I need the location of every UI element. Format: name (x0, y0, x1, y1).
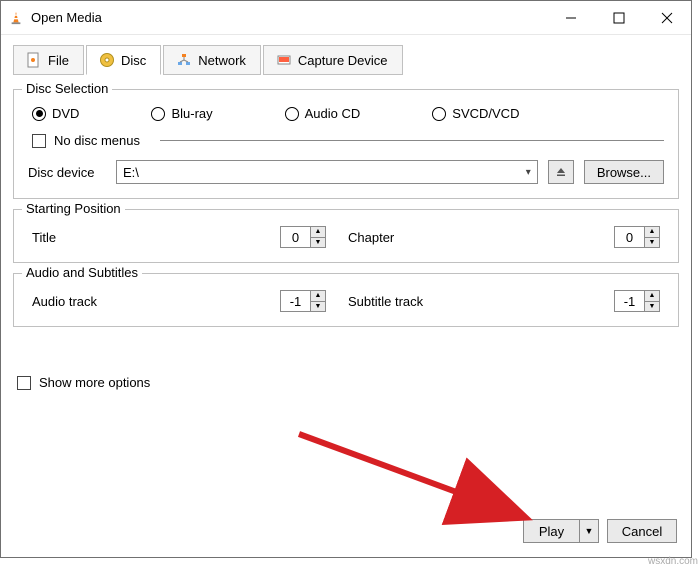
tab-file-label: File (48, 53, 69, 68)
tab-bar: File Disc Network (13, 45, 679, 75)
titlebar: Open Media (1, 1, 691, 35)
audio-spin-buttons: ▲ ▼ (310, 291, 325, 311)
window-controls (547, 1, 691, 35)
show-more-label: Show more options (39, 375, 150, 390)
title-col: Title 0 ▲ ▼ (32, 226, 348, 248)
title-label: Title (32, 230, 56, 245)
title-spin-up[interactable]: ▲ (311, 227, 325, 238)
title-spin-buttons: ▲ ▼ (310, 227, 325, 247)
tab-capture[interactable]: Capture Device (263, 45, 403, 75)
audio-subtitles-title: Audio and Subtitles (22, 265, 142, 280)
chapter-label: Chapter (348, 230, 394, 245)
radio-dvd[interactable]: DVD (32, 106, 79, 121)
subtitle-track-label: Subtitle track (348, 294, 423, 309)
disc-selection-group: Disc Selection DVD Blu-ray Audio CD SVCD… (13, 89, 679, 199)
minimize-button[interactable] (547, 1, 595, 35)
disc-device-row: Disc device E:\ ▾ Browse... (28, 160, 664, 184)
tab-disc-label: Disc (121, 53, 146, 68)
subtitle-col: Subtitle track -1 ▲ ▼ (348, 290, 664, 312)
position-row: Title 0 ▲ ▼ Chapter 0 ▲ (28, 220, 664, 248)
radio-dvd-label: DVD (52, 106, 79, 121)
tab-file[interactable]: File (13, 45, 84, 75)
show-more-checkbox[interactable] (17, 376, 31, 390)
tab-disc[interactable]: Disc (86, 45, 161, 75)
play-button[interactable]: Play (523, 519, 579, 543)
starting-position-group: Starting Position Title 0 ▲ ▼ Chapter (13, 209, 679, 263)
radio-bluray-label: Blu-ray (171, 106, 212, 121)
radio-svcd-indicator (432, 107, 446, 121)
disc-device-combo[interactable]: E:\ ▾ (116, 160, 538, 184)
tab-network-label: Network (198, 53, 246, 68)
browse-label: Browse... (597, 165, 651, 180)
disc-icon (99, 52, 115, 68)
audio-subtitles-row: Audio track -1 ▲ ▼ Subtitle track -1 (28, 284, 664, 312)
audio-col: Audio track -1 ▲ ▼ (32, 290, 348, 312)
radio-dvd-indicator (32, 107, 46, 121)
starting-position-title: Starting Position (22, 201, 125, 216)
subtitle-spin-up[interactable]: ▲ (645, 291, 659, 302)
audio-spin-down[interactable]: ▼ (311, 302, 325, 312)
capture-icon (276, 52, 292, 68)
file-icon (26, 52, 42, 68)
chevron-down-icon: ▾ (526, 167, 531, 178)
no-disc-menus-checkbox[interactable] (32, 134, 46, 148)
disc-type-row: DVD Blu-ray Audio CD SVCD/VCD (28, 100, 664, 133)
chapter-col: Chapter 0 ▲ ▼ (348, 226, 664, 248)
cancel-label: Cancel (622, 524, 662, 539)
window-title: Open Media (31, 10, 547, 25)
browse-button[interactable]: Browse... (584, 160, 664, 184)
disc-selection-title: Disc Selection (22, 81, 112, 96)
tab-network[interactable]: Network (163, 45, 261, 75)
no-disc-menus-row: No disc menus (28, 133, 664, 148)
eject-icon (555, 166, 567, 178)
radio-audiocd-indicator (285, 107, 299, 121)
chapter-spin-up[interactable]: ▲ (645, 227, 659, 238)
radio-svcd-label: SVCD/VCD (452, 106, 519, 121)
no-disc-menus-label: No disc menus (54, 133, 140, 148)
maximize-button[interactable] (595, 1, 643, 35)
subtitle-spin-down[interactable]: ▼ (645, 302, 659, 312)
radio-svcd[interactable]: SVCD/VCD (432, 106, 519, 121)
disc-device-value: E:\ (123, 165, 139, 180)
radio-bluray[interactable]: Blu-ray (151, 106, 212, 121)
audio-subtitles-group: Audio and Subtitles Audio track -1 ▲ ▼ S… (13, 273, 679, 327)
play-split-button: Play ▼ (523, 519, 599, 543)
chapter-spinner[interactable]: 0 ▲ ▼ (614, 226, 660, 248)
footer-buttons: Play ▼ Cancel (523, 519, 677, 543)
vlc-cone-icon (9, 11, 23, 25)
play-label: Play (539, 524, 564, 539)
separator-line (160, 140, 664, 141)
audio-spin-up[interactable]: ▲ (311, 291, 325, 302)
watermark: wsxdn.com (648, 556, 698, 567)
title-spin-down[interactable]: ▼ (311, 238, 325, 248)
chapter-spin-buttons: ▲ ▼ (644, 227, 659, 247)
audio-track-spinner[interactable]: -1 ▲ ▼ (280, 290, 326, 312)
chapter-value: 0 (615, 227, 644, 247)
eject-button[interactable] (548, 160, 574, 184)
audio-track-value: -1 (281, 291, 310, 311)
close-button[interactable] (643, 1, 691, 35)
chapter-spin-down[interactable]: ▼ (645, 238, 659, 248)
disc-device-label: Disc device (28, 165, 106, 180)
chevron-down-icon: ▼ (585, 526, 594, 536)
subtitle-track-spinner[interactable]: -1 ▲ ▼ (614, 290, 660, 312)
annotation-arrow (291, 426, 551, 536)
audio-track-label: Audio track (32, 294, 97, 309)
network-icon (176, 52, 192, 68)
radio-audiocd-label: Audio CD (305, 106, 361, 121)
subtitle-spin-buttons: ▲ ▼ (644, 291, 659, 311)
play-dropdown-button[interactable]: ▼ (579, 519, 599, 543)
cancel-button[interactable]: Cancel (607, 519, 677, 543)
title-value: 0 (281, 227, 310, 247)
radio-audiocd[interactable]: Audio CD (285, 106, 361, 121)
radio-bluray-indicator (151, 107, 165, 121)
open-media-window: Open Media File (0, 0, 692, 558)
tab-capture-label: Capture Device (298, 53, 388, 68)
show-more-row: Show more options (17, 375, 679, 390)
content-area: File Disc Network (1, 35, 691, 398)
subtitle-track-value: -1 (615, 291, 644, 311)
title-spinner[interactable]: 0 ▲ ▼ (280, 226, 326, 248)
